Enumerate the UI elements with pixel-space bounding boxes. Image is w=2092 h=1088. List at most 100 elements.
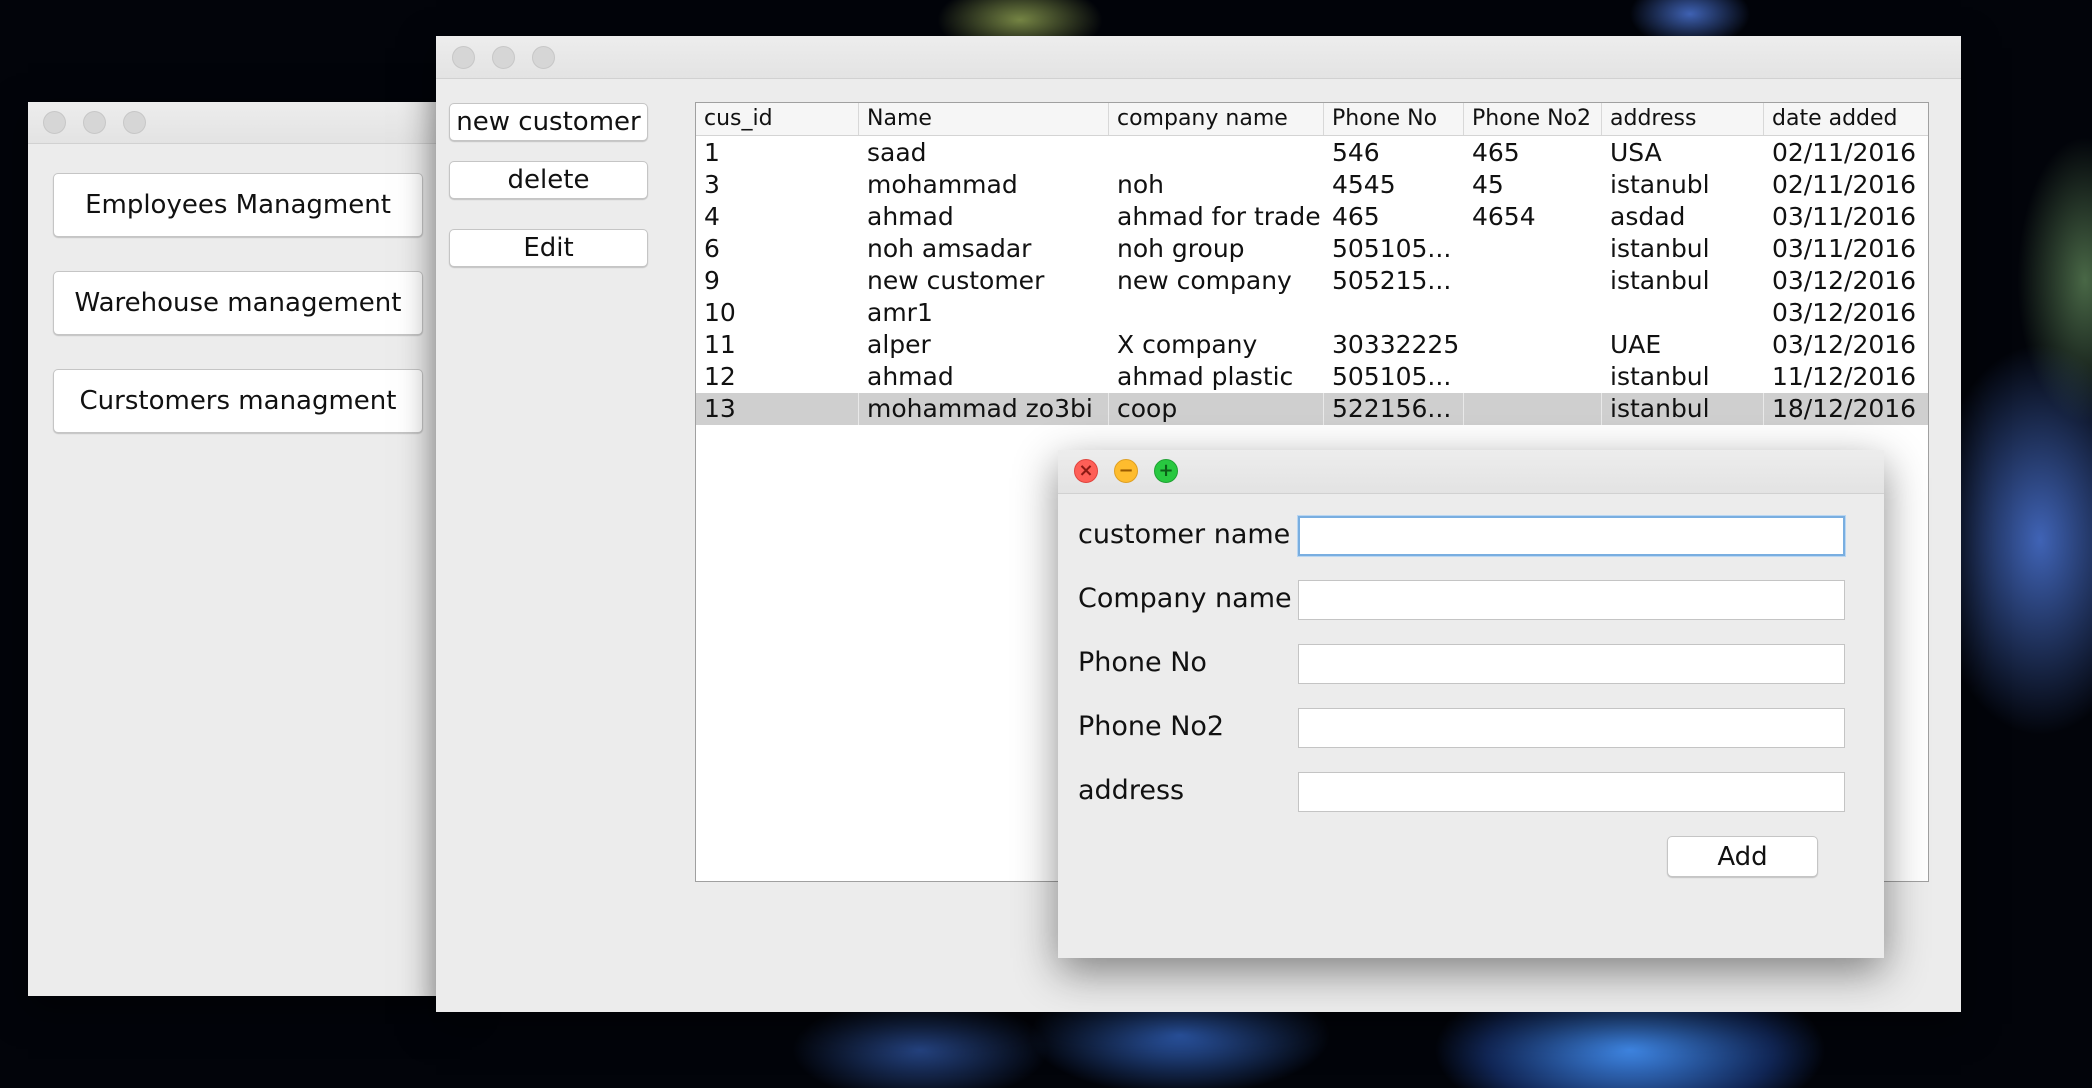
cell-company-name: ahmad plastic <box>1117 362 1294 391</box>
cell-phone-no2 <box>1464 297 1602 329</box>
table-row[interactable]: 11 alper X company 30332225 UAE 03/12/2016 <box>696 329 1928 361</box>
cell-phone-no: 505215... <box>1332 266 1452 295</box>
cell-name: noh amsadar <box>867 234 1032 263</box>
cell-address: istanbul <box>1602 393 1764 425</box>
cell-company-name: X company <box>1117 330 1258 359</box>
phone-no-label: Phone No <box>1078 647 1207 678</box>
cell-phone-no2: 4654 <box>1472 202 1536 231</box>
cell-phone-no <box>1324 297 1464 329</box>
warehouse-management-button[interactable]: Warehouse management <box>53 271 423 335</box>
cell-phone-no: 505105... <box>1332 234 1452 263</box>
customer-name-label: customer name <box>1078 519 1291 550</box>
cell-phone-no2: 45 <box>1472 170 1504 199</box>
cell-name: alper <box>867 330 931 359</box>
cell-date-added: 02/11/2016 <box>1772 138 1917 167</box>
cell-phone-no2: 465 <box>1472 138 1520 167</box>
cell-cus-id: 10 <box>704 298 736 327</box>
column-header-company-name[interactable]: company name <box>1109 103 1324 135</box>
customers-titlebar <box>436 36 1961 79</box>
table-row[interactable]: 6 noh amsadar noh group 505105... istanbul 03… <box>696 233 1928 265</box>
cell-address: USA <box>1610 138 1662 167</box>
zoom-icon[interactable]: + <box>1154 459 1178 483</box>
column-header-phone-no[interactable]: Phone No <box>1324 103 1464 135</box>
customer-name-input[interactable] <box>1298 516 1845 556</box>
minimize-button[interactable] <box>83 111 106 134</box>
cell-date-added: 03/11/2016 <box>1772 202 1917 231</box>
cell-company-name: noh group <box>1117 234 1245 263</box>
cell-company-name: new company <box>1117 266 1292 295</box>
cell-phone-no: 522156... <box>1324 393 1464 425</box>
add-button[interactable]: Add <box>1667 836 1818 877</box>
table-row[interactable]: 9 new customer new company 505215... istanbu… <box>696 265 1928 297</box>
customers-management-button[interactable]: Curstomers managment <box>53 369 423 433</box>
cell-date-added: 03/12/2016 <box>1772 266 1917 295</box>
company-name-input[interactable] <box>1298 580 1845 620</box>
table-row[interactable]: 12 ahmad ahmad plastic 505105... istanbul 11/… <box>696 361 1928 393</box>
employees-management-button[interactable]: Employees Managment <box>53 173 423 237</box>
cell-phone-no2 <box>1464 393 1602 425</box>
column-header-name[interactable]: Name <box>859 103 1109 135</box>
cell-date-added: 02/11/2016 <box>1772 170 1917 199</box>
cell-phone-no: 546 <box>1332 138 1380 167</box>
cell-date-added: 03/12/2016 <box>1772 330 1917 359</box>
dialog-titlebar <box>1058 450 1884 494</box>
new-customer-button[interactable]: new customer <box>449 103 648 141</box>
cell-cus-id: 3 <box>704 170 720 199</box>
column-header-phone-no2[interactable]: Phone No2 <box>1464 103 1602 135</box>
close-icon[interactable]: × <box>1074 459 1098 483</box>
minimize-icon[interactable]: − <box>1114 459 1138 483</box>
column-header-cus-id[interactable]: cus_id <box>696 103 859 135</box>
cell-address: istanubl <box>1610 170 1710 199</box>
cell-phone-no: 30332225 <box>1332 330 1460 359</box>
zoom-button[interactable] <box>123 111 146 134</box>
minimize-button[interactable] <box>492 46 515 69</box>
cell-date-added: 03/11/2016 <box>1772 234 1917 263</box>
close-button[interactable] <box>452 46 475 69</box>
cell-cus-id: 1 <box>704 138 720 167</box>
zoom-button[interactable] <box>532 46 555 69</box>
column-header-date-added[interactable]: date added <box>1764 103 1928 135</box>
cell-company-name <box>1109 297 1324 329</box>
table-row[interactable]: 3 mohammad noh 4545 45 istanubl 02/11/2016 <box>696 169 1928 201</box>
cell-address <box>1602 297 1764 329</box>
cell-name: saad <box>867 138 927 167</box>
cell-address: UAE <box>1610 330 1662 359</box>
main-menu-titlebar <box>28 102 460 144</box>
cell-name: ahmad <box>867 362 954 391</box>
cell-address: istanbul <box>1610 234 1710 263</box>
cell-name: mohammad <box>867 170 1018 199</box>
table-row[interactable]: 13 mohammad zo3bi coop 522156... istanbul 18/… <box>696 393 1928 425</box>
cell-cus-id: 9 <box>704 266 720 295</box>
cell-company-name <box>1109 137 1324 169</box>
cell-cus-id: 6 <box>704 234 720 263</box>
phone-no2-label: Phone No2 <box>1078 711 1225 742</box>
edit-button[interactable]: Edit <box>449 229 648 267</box>
cell-cus-id: 4 <box>704 202 720 231</box>
company-name-label: Company name <box>1078 583 1292 614</box>
cell-date-added: 03/12/2016 <box>1772 298 1917 327</box>
cell-company-name: noh <box>1117 170 1164 199</box>
cell-company-name: ahmad for trade <box>1117 202 1321 231</box>
cell-address: asdad <box>1610 202 1686 231</box>
header-divider <box>696 135 1928 136</box>
cell-address: istanbul <box>1610 362 1710 391</box>
cell-name: ahmad <box>867 202 954 231</box>
address-label: address <box>1078 775 1185 806</box>
cell-phone-no: 465 <box>1332 202 1380 231</box>
cell-phone-no2 <box>1464 329 1602 361</box>
table-row[interactable]: 1 saad 546 465 USA 02/11/2016 <box>696 137 1928 169</box>
column-header-address[interactable]: address <box>1602 103 1764 135</box>
phone-no2-input[interactable] <box>1298 708 1845 748</box>
table-row[interactable]: 4 ahmad ahmad for trade 465 4654 asdad 03/11/2… <box>696 201 1928 233</box>
delete-button[interactable]: delete <box>449 161 648 199</box>
phone-no-input[interactable] <box>1298 644 1845 684</box>
close-button[interactable] <box>43 111 66 134</box>
cell-name: new customer <box>867 266 1045 295</box>
cell-date-added: 11/12/2016 <box>1772 362 1917 391</box>
cell-name: mohammad zo3bi <box>859 393 1109 425</box>
cell-phone-no2 <box>1464 233 1602 265</box>
cell-company-name: coop <box>1109 393 1324 425</box>
table-row[interactable]: 10 amr1 03/12/2016 <box>696 297 1928 329</box>
cell-phone-no2 <box>1464 361 1602 393</box>
address-input[interactable] <box>1298 772 1845 812</box>
